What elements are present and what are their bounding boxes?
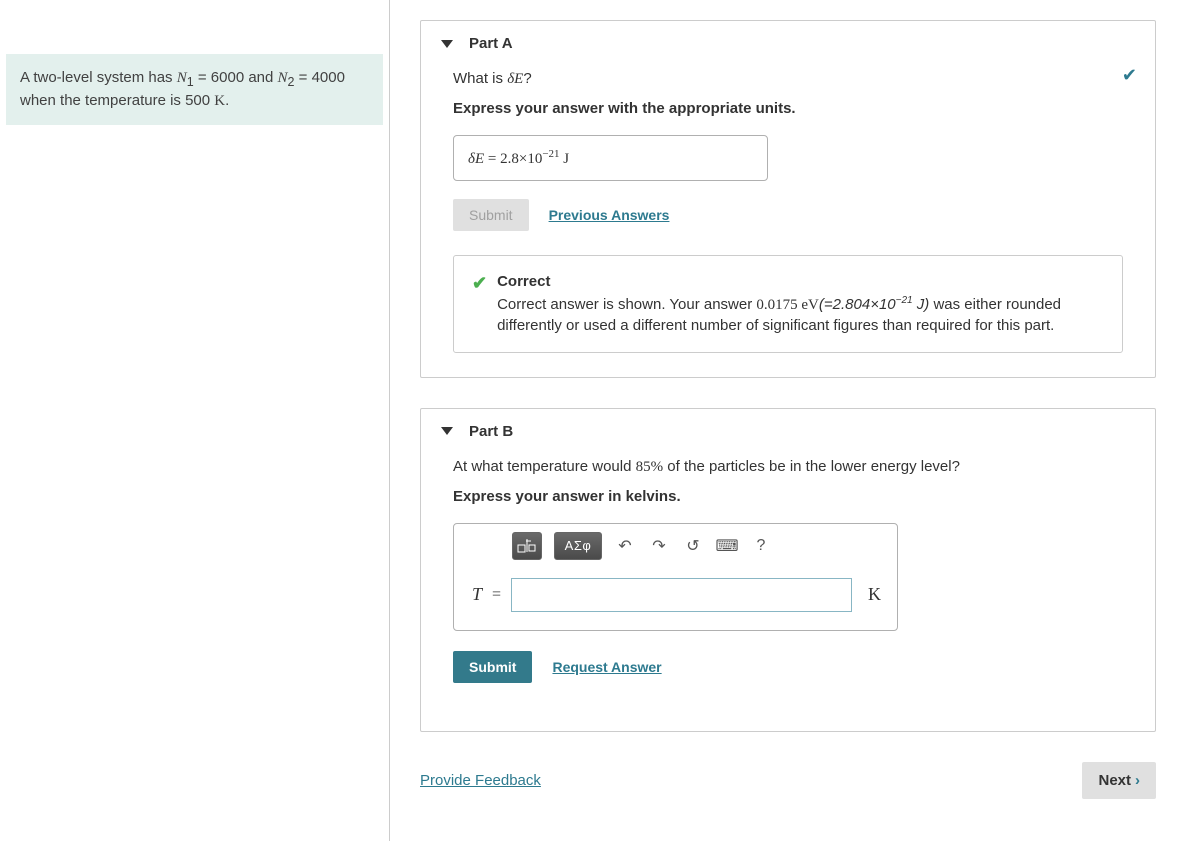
equation-editor: ΑΣφ ↶ ↷ ↺ ⌨ ? T = K	[453, 523, 898, 631]
feedback-text: Correct answer is shown. Your answer 0.0…	[497, 294, 1104, 336]
reset-icon[interactable]: ↺	[682, 535, 704, 557]
keyboard-icon[interactable]: ⌨	[716, 535, 738, 557]
part-A-header[interactable]: Part A	[421, 21, 1155, 66]
caret-down-icon	[441, 427, 453, 435]
unit-label: K	[862, 584, 881, 605]
check-icon: ✔	[472, 273, 487, 294]
undo-icon[interactable]: ↶	[614, 535, 636, 557]
part-B-title: Part B	[469, 423, 513, 440]
feedback-title: Correct	[497, 272, 1104, 292]
template-tool-button[interactable]	[512, 532, 542, 560]
variable-label: T	[472, 584, 482, 605]
caret-down-icon	[441, 40, 453, 48]
part-A-answer-display: δE = 2.8×10−21 J	[453, 135, 768, 181]
next-button[interactable]: Next ›	[1082, 762, 1156, 799]
part-A-card: Part A ✔ What is δE? Express your answer…	[420, 20, 1156, 378]
request-answer-link[interactable]: Request Answer	[552, 659, 661, 675]
part-B-instruction: Express your answer in kelvins.	[453, 488, 1123, 505]
part-A-title: Part A	[469, 35, 513, 52]
part-B-header[interactable]: Part B	[421, 409, 1155, 454]
chevron-right-icon: ›	[1135, 772, 1140, 789]
submit-button[interactable]: Submit	[453, 651, 532, 683]
check-icon: ✔	[1122, 65, 1137, 86]
help-icon[interactable]: ?	[750, 535, 772, 557]
previous-answers-link[interactable]: Previous Answers	[549, 207, 670, 223]
part-A-question: What is δE?	[453, 70, 1123, 88]
feedback-box: ✔ Correct Correct answer is shown. Your …	[453, 255, 1123, 353]
problem-statement: A two-level system has N1 = 6000 and N2 …	[6, 54, 383, 125]
part-B-question: At what temperature would 85% of the par…	[453, 458, 1123, 476]
provide-feedback-link[interactable]: Provide Feedback	[420, 772, 541, 789]
part-B-card: Part B At what temperature would 85% of …	[420, 408, 1156, 732]
submit-button: Submit	[453, 199, 529, 231]
answer-input[interactable]	[511, 578, 852, 612]
part-A-instruction: Express your answer with the appropriate…	[453, 100, 1123, 117]
greek-tool-button[interactable]: ΑΣφ	[554, 532, 602, 560]
redo-icon[interactable]: ↷	[648, 535, 670, 557]
